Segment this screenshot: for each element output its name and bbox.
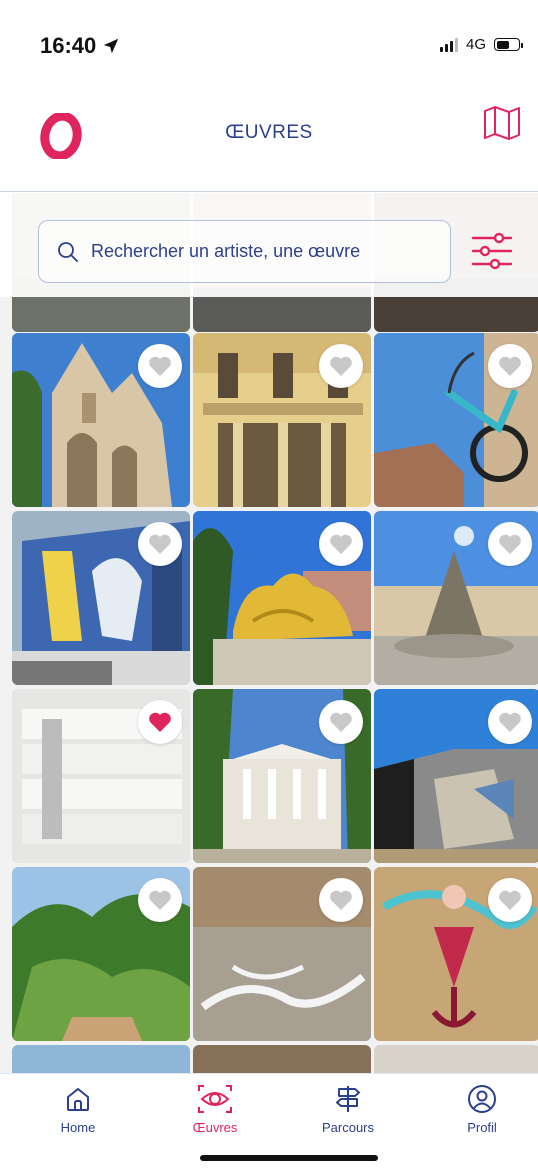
favorite-button[interactable] <box>138 700 182 744</box>
tab-label: Œuvres <box>192 1120 238 1135</box>
artwork-grid-scroll[interactable] <box>0 193 538 1073</box>
tab-home[interactable]: Home <box>28 1084 128 1144</box>
favorite-button[interactable] <box>488 700 532 744</box>
search-icon <box>58 241 78 262</box>
heart-icon <box>330 890 352 910</box>
location-arrow-icon <box>104 38 119 54</box>
signal-icon <box>439 37 458 52</box>
heart-icon <box>330 356 352 376</box>
favorite-button[interactable] <box>138 344 182 388</box>
page-title: ŒUVRES <box>225 122 313 143</box>
heart-icon <box>330 534 352 554</box>
favorite-button[interactable] <box>138 878 182 922</box>
tab-bar: Home Œuvres Parcours Profil <box>0 1073 538 1173</box>
favorite-button[interactable] <box>488 344 532 388</box>
filter-button[interactable] <box>471 230 513 272</box>
tab-label: Home <box>60 1120 96 1135</box>
artwork-tile[interactable] <box>12 867 190 1041</box>
artwork-tile[interactable] <box>374 333 538 507</box>
artwork-tile-partial[interactable] <box>12 1045 190 1073</box>
favorite-button[interactable] <box>319 344 363 388</box>
artwork-tile[interactable] <box>374 511 538 685</box>
map-button[interactable] <box>482 105 522 141</box>
tab-oeuvres[interactable]: Œuvres <box>165 1084 265 1144</box>
heart-icon <box>149 712 171 732</box>
favorite-button[interactable] <box>319 878 363 922</box>
heart-icon <box>499 534 521 554</box>
app-header: ŒUVRES <box>0 95 538 192</box>
tab-profil[interactable]: Profil <box>432 1084 532 1144</box>
artwork-tile[interactable] <box>193 333 371 507</box>
status-time: 16:40 <box>40 33 120 59</box>
battery-icon <box>494 38 523 51</box>
favorite-button[interactable] <box>138 522 182 566</box>
search-input[interactable] <box>89 240 419 263</box>
heart-icon <box>499 890 521 910</box>
user-icon <box>468 1085 496 1113</box>
home-indicator[interactable] <box>200 1155 378 1161</box>
network-label: 4G <box>465 36 486 53</box>
heart-icon <box>499 356 521 376</box>
artwork-tile[interactable] <box>12 511 190 685</box>
heart-icon <box>149 890 171 910</box>
favorite-button[interactable] <box>319 700 363 744</box>
heart-icon <box>330 712 352 732</box>
heart-icon <box>149 534 171 554</box>
artwork-grid-main <box>12 333 538 1073</box>
screen: 16:40 4G ŒUVRES Rechercher un artiste, u… <box>0 0 538 1173</box>
artwork-tile[interactable] <box>12 689 190 863</box>
artwork-tile[interactable] <box>193 511 371 685</box>
artwork-tile[interactable] <box>12 333 190 507</box>
favorite-button[interactable] <box>488 878 532 922</box>
eye-icon <box>198 1085 232 1113</box>
clock-text: 16:40 <box>40 33 97 58</box>
artwork-tile[interactable] <box>193 867 371 1041</box>
artwork-tile-partial[interactable] <box>374 1045 538 1073</box>
tab-parcours[interactable]: Parcours <box>298 1084 398 1144</box>
heart-icon <box>499 712 521 732</box>
tab-label: Parcours <box>321 1120 375 1135</box>
status-bar: 16:40 4G <box>0 0 538 95</box>
artwork-tile[interactable] <box>193 689 371 863</box>
search-field[interactable] <box>38 220 451 283</box>
artwork-tile[interactable] <box>374 867 538 1041</box>
signpost-icon <box>336 1086 360 1112</box>
favorite-button[interactable] <box>319 522 363 566</box>
map-icon <box>484 106 520 140</box>
filter-sliders-icon <box>471 232 513 270</box>
home-icon <box>67 1088 89 1111</box>
search-bar-area <box>0 193 538 297</box>
artwork-tile-partial[interactable] <box>193 1045 371 1073</box>
heart-icon <box>149 356 171 376</box>
favorite-button[interactable] <box>488 522 532 566</box>
artwork-tile[interactable] <box>374 689 538 863</box>
tab-label: Profil <box>467 1120 497 1135</box>
status-indicators: 4G <box>439 36 523 53</box>
